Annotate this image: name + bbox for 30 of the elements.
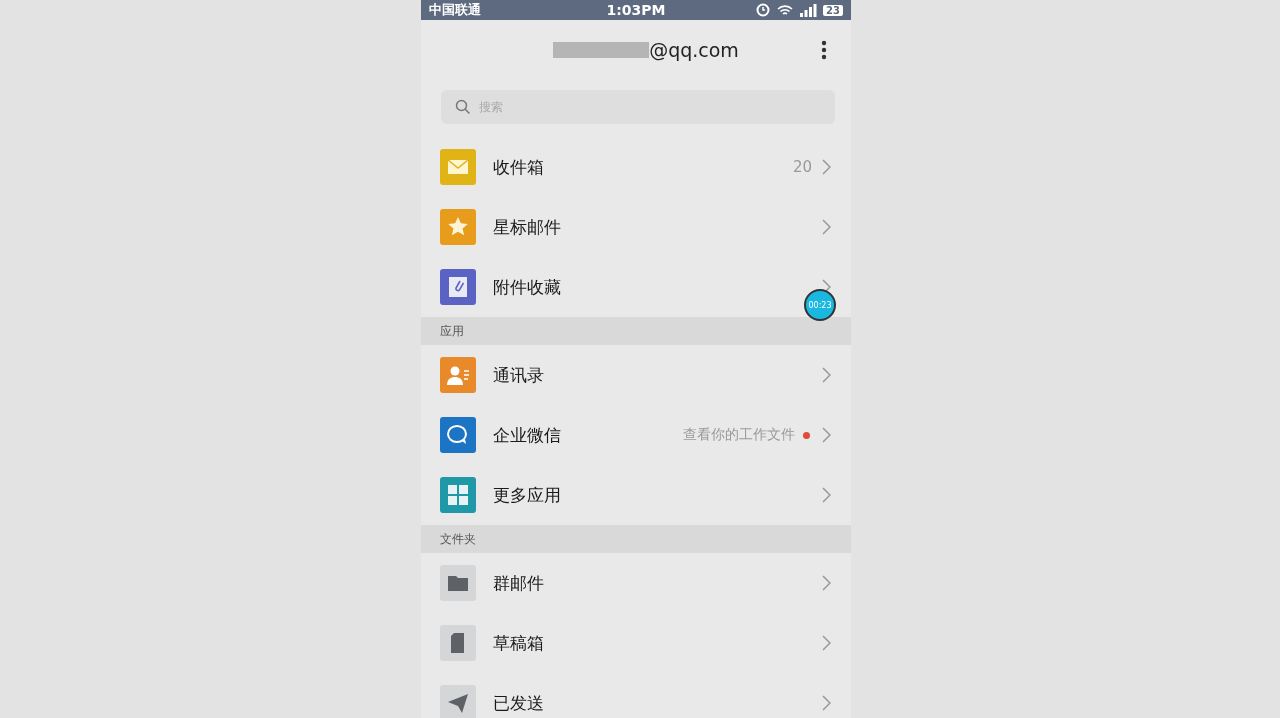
recording-timer: 00:23 <box>804 289 836 321</box>
battery-level: 23 <box>823 4 843 16</box>
more-menu-icon[interactable] <box>821 40 827 60</box>
chevron-icon <box>822 575 831 591</box>
item-label[interactable]: 更多应用 <box>493 483 561 507</box>
item-label[interactable]: 收件箱 <box>493 155 544 179</box>
item-hint: 查看你的工作文件 <box>683 426 795 444</box>
unread-count: 20 <box>792 158 812 176</box>
item-label[interactable]: 群邮件 <box>493 571 544 595</box>
chevron-icon <box>822 219 831 235</box>
alarm-icon <box>755 3 772 17</box>
clock-time: 1:03PM <box>605 2 667 18</box>
account-domain: @qq.com <box>649 39 739 61</box>
chevron-icon <box>822 159 831 175</box>
chevron-icon <box>822 635 831 651</box>
item-label[interactable]: 附件收藏 <box>493 275 561 299</box>
section-title: 应用 <box>440 322 464 340</box>
item-label[interactable]: 已发送 <box>493 691 544 715</box>
item-label[interactable]: 企业微信 <box>493 423 561 447</box>
signal-icon <box>799 3 818 17</box>
carrier-label: 中国联通 <box>429 1 482 19</box>
wifi-icon <box>777 3 794 17</box>
section-title: 文件夹 <box>440 530 476 548</box>
chevron-icon <box>822 427 831 443</box>
item-label[interactable]: 草稿箱 <box>493 631 544 655</box>
chevron-icon <box>822 695 831 711</box>
item-label[interactable]: 星标邮件 <box>493 215 561 239</box>
chevron-icon <box>822 367 831 383</box>
item-label[interactable]: 通讯录 <box>493 363 544 387</box>
chevron-icon <box>822 487 831 503</box>
